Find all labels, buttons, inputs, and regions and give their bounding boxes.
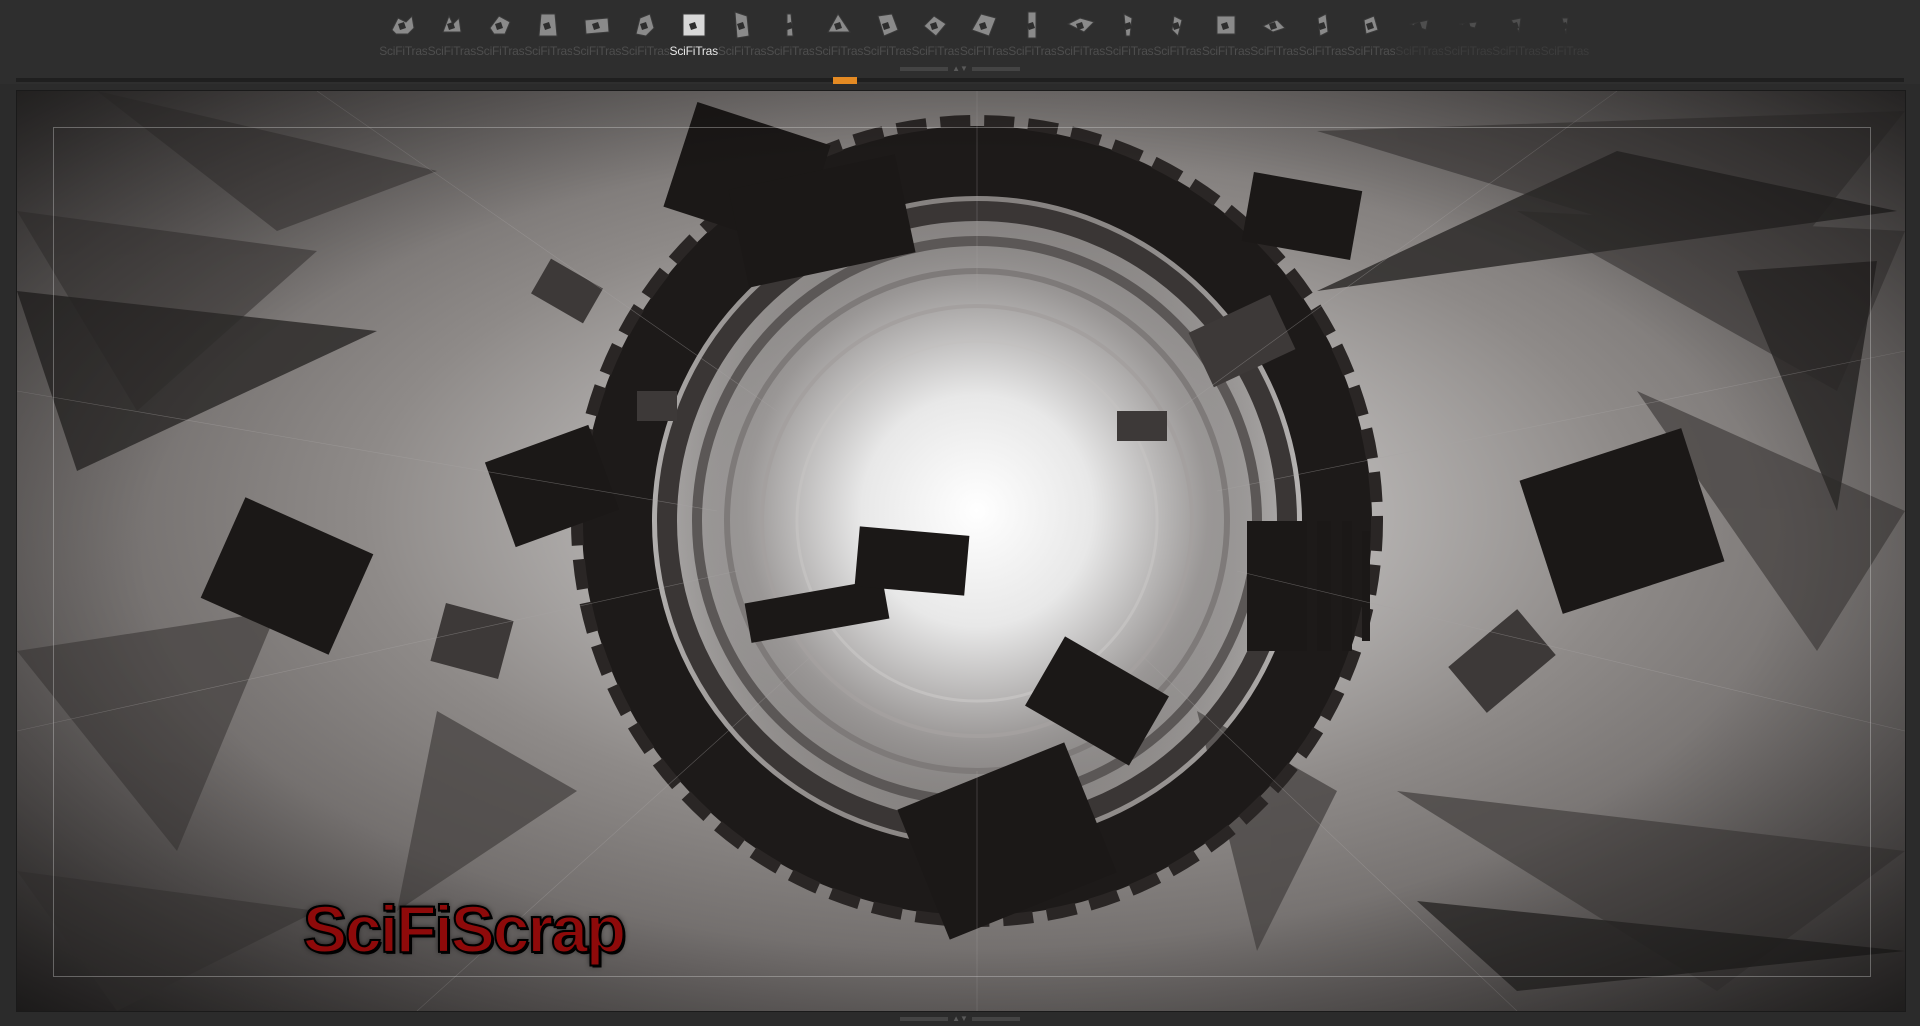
shelf-item-label: SciFiTrash xyxy=(669,44,718,58)
shelf-item[interactable]: SciFiTrash xyxy=(1444,10,1492,68)
scifi-scrap-thumbnail-icon xyxy=(679,10,709,40)
shelf-item-label: SciFiTrash xyxy=(1201,44,1250,58)
shelf-item-label: SciFiTrash xyxy=(766,44,815,58)
scifi-scrap-thumbnail-icon xyxy=(388,10,418,40)
shelf-item-label: SciFiTrash xyxy=(1395,44,1444,58)
shelf-item[interactable]: SciFiTrash xyxy=(427,10,476,68)
selected-item-marker xyxy=(833,77,857,84)
shelf-collapse-toggle[interactable]: ▲▼ xyxy=(897,65,1023,73)
shelf-item[interactable]: SciFiTrash xyxy=(1347,10,1395,68)
shelf-item-label: SciFiTrash xyxy=(1008,44,1057,58)
shelf-item-label: SciFiTrash xyxy=(1153,44,1202,58)
shelf-item-label: SciFiTrash xyxy=(959,44,1008,58)
shelf-item-label: SciFiTrash xyxy=(911,44,960,58)
scifi-scrap-thumbnail-icon xyxy=(533,10,563,40)
shelf-item[interactable]: SciFiTrash xyxy=(1056,10,1105,68)
shelf-item-label: SciFiTrash xyxy=(379,44,428,58)
scifi-scrap-thumbnail-icon xyxy=(1066,10,1096,40)
shelf-item[interactable]: SciFiTrash xyxy=(1492,10,1540,68)
shelf-item[interactable]: SciFiTrash xyxy=(1105,10,1153,68)
thumbnail-shelf: SciFiTrashSciFiTrashSciFiTrashSciFiTrash… xyxy=(0,0,1920,84)
shelf-item-label: SciFiTrash xyxy=(1492,44,1541,58)
shelf-item[interactable]: SciFiTrash xyxy=(1298,10,1347,68)
shelf-item[interactable]: SciFiTrash xyxy=(766,10,814,68)
vignette xyxy=(17,91,1905,1011)
shelf-item[interactable]: SciFiTrash xyxy=(1540,10,1589,68)
shelf-item-label: SciFiTrash xyxy=(1540,44,1589,58)
collapse-arrows-icon: ▲▼ xyxy=(952,1014,968,1023)
scifi-scrap-thumbnail-icon xyxy=(920,10,950,40)
scifi-scrap-thumbnail-icon xyxy=(775,10,805,40)
scifi-tunnel-render xyxy=(17,91,1905,1011)
shelf-item[interactable]: SciFiTrash xyxy=(815,10,863,68)
shelf-item-label: SciFiTrash xyxy=(1443,44,1492,58)
shelf-item-label: SciFiTrash xyxy=(1298,44,1347,58)
shelf-item-label: SciFiTrash xyxy=(863,44,912,58)
scifi-scrap-thumbnail-icon xyxy=(1404,10,1434,40)
shelf-item[interactable]: SciFiTrash xyxy=(573,10,621,68)
scifi-scrap-thumbnail-icon xyxy=(969,10,999,40)
shelf-scroll-track[interactable] xyxy=(16,78,1904,82)
scifi-scrap-thumbnail-icon xyxy=(485,10,515,40)
shelf-item[interactable]: SciFiTrash xyxy=(524,10,572,68)
shelf-item[interactable]: SciFiTrash xyxy=(379,10,427,68)
shelf-item[interactable]: SciFiTrash xyxy=(1202,10,1250,68)
toggle-bar-left xyxy=(900,67,949,71)
shelf-item[interactable]: SciFiTrash xyxy=(1250,10,1298,68)
scifi-scrap-thumbnail-icon xyxy=(824,10,854,40)
scifi-scrap-thumbnail-icon xyxy=(630,10,660,40)
scifi-scrap-thumbnail-icon xyxy=(727,10,757,40)
scifi-scrap-thumbnail-icon xyxy=(1550,10,1580,40)
shelf-item-label: SciFiTrash xyxy=(427,44,476,58)
shelf-item[interactable]: SciFiTrash xyxy=(960,10,1008,68)
shelf-item-label: SciFiTrash xyxy=(524,44,573,58)
scifi-scrap-thumbnail-icon xyxy=(872,10,902,40)
shelf-item-label: SciFiTrash xyxy=(1250,44,1299,58)
shelf-item[interactable]: SciFiTrash xyxy=(1395,10,1443,68)
scifi-scrap-thumbnail-icon xyxy=(1453,10,1483,40)
scifi-scrap-thumbnail-icon xyxy=(1308,10,1338,40)
toggle-bar-left xyxy=(900,1017,949,1021)
scifi-scrap-thumbnail-icon xyxy=(1162,10,1192,40)
scifi-scrap-thumbnail-icon xyxy=(1259,10,1289,40)
app-window: SciFiTrashSciFiTrashSciFiTrashSciFiTrash… xyxy=(0,0,1920,1026)
shelf-item-label: SciFiTrash xyxy=(717,44,766,58)
shelf-item-label: SciFiTrash xyxy=(1347,44,1395,58)
shelf-item-label: SciFiTrash xyxy=(1056,44,1105,58)
shelf-item[interactable]: SciFiTrash xyxy=(669,10,718,68)
shelf-item[interactable]: SciFiTrash xyxy=(718,10,766,68)
toggle-bar-right xyxy=(971,67,1020,71)
scifi-scrap-thumbnail-icon xyxy=(1501,10,1531,40)
toggle-bar-right xyxy=(971,1017,1020,1021)
shelf-item-label: SciFiTrash xyxy=(475,44,524,58)
shelf-item[interactable]: SciFiTrash xyxy=(1153,10,1201,68)
thumbnail-list: SciFiTrashSciFiTrashSciFiTrashSciFiTrash… xyxy=(379,10,1589,68)
shelf-item[interactable]: SciFiTrash xyxy=(911,10,959,68)
shelf-item[interactable]: SciFiTrash xyxy=(863,10,911,68)
shelf-item-label: SciFiTrash xyxy=(572,44,621,58)
shelf-item[interactable]: SciFiTrash xyxy=(621,10,669,68)
shelf-item-label: SciFiTrash xyxy=(621,44,670,58)
shelf-item[interactable]: SciFiTrash xyxy=(476,10,524,68)
scifiscrap-logo: SciFiScrap xyxy=(302,891,627,967)
scifi-scrap-thumbnail-icon xyxy=(1114,10,1144,40)
scifi-scrap-thumbnail-icon xyxy=(582,10,612,40)
scifi-scrap-thumbnail-icon xyxy=(1356,10,1386,40)
render-viewport[interactable]: SciFiScrap xyxy=(16,90,1906,1012)
shelf-item[interactable]: SciFiTrash xyxy=(1008,10,1056,68)
scifi-scrap-thumbnail-icon xyxy=(1017,10,1047,40)
collapse-arrows-icon: ▲▼ xyxy=(952,64,968,73)
scifi-scrap-thumbnail-icon xyxy=(1211,10,1241,40)
scifi-scrap-thumbnail-icon xyxy=(437,10,467,40)
shelf-item-label: SciFiTrash xyxy=(814,44,863,58)
bottom-collapse-toggle[interactable]: ▲▼ xyxy=(897,1015,1023,1023)
shelf-item-label: SciFiTrash xyxy=(1105,44,1154,58)
